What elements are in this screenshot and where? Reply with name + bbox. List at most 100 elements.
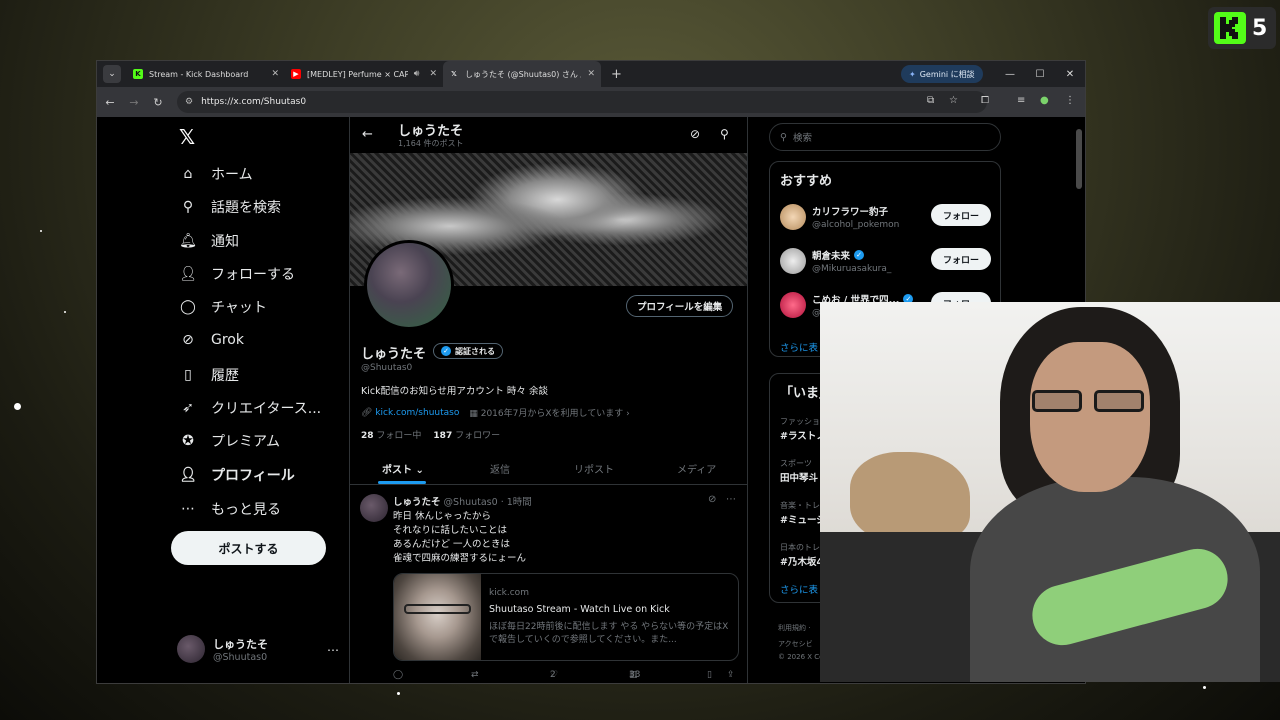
x-logo-icon[interactable]: 𝕏 [179,125,195,149]
nav-notifications[interactable]: 🔔︎ 通知 [179,231,239,251]
grok-icon[interactable]: ⊘ [690,127,700,141]
gemini-button[interactable]: ✦ Gemini に相談 [901,65,983,83]
close-icon[interactable]: ✕ [429,69,437,79]
profile-tabs: ポスト ⌄ 返信 リポスト メディア [350,449,747,485]
tab-search-icon[interactable]: ⌄ [103,65,121,83]
footer-link[interactable]: 利用規約 · [778,623,810,633]
post-count: 1,164 件のポスト [398,139,464,148]
card-domain: kick.com [489,588,529,598]
joined-date[interactable]: ▦ 2016年7月からXを利用しています › [469,406,629,419]
more-icon[interactable]: ⋯ [327,643,339,657]
profile-link-text: kick.com/shuutaso [375,407,460,418]
nav-chat[interactable]: ◯ チャット [179,297,267,317]
nav-more[interactable]: ⋯ もっと見る [179,499,281,519]
search-input[interactable]: ⚲ 検索 [769,123,1001,151]
kick-viewer-badge: 5 [1208,7,1276,49]
avatar[interactable] [360,494,388,522]
profile-link[interactable]: 🔗︎ kick.com/shuutaso [361,408,459,418]
nav-label: ホーム [211,167,253,183]
reload-icon[interactable]: ↻ [151,96,165,109]
bookmark-icon[interactable]: ▯ [707,670,712,680]
url-field[interactable]: ⚙ https://x.com/Shuutas0 [177,91,987,113]
show-more-link[interactable]: さらに表 [780,340,818,354]
grok-icon[interactable]: ⊘ [708,494,716,505]
chevron-right-icon: › [626,409,630,419]
edit-profile-button[interactable]: プロフィールを編集 [626,295,734,317]
avatar [780,292,806,318]
link-card[interactable]: kick.com Shuutaso Stream - Watch Live on… [393,573,739,661]
nav-premium[interactable]: ✪ プレミアム [179,431,280,451]
minimize-icon[interactable]: — [995,61,1025,87]
post-button[interactable]: ポストする [171,531,326,565]
menu-icon[interactable]: ⋮ [1065,95,1075,106]
get-verified-button[interactable]: ✓ 認証される [433,343,503,359]
nav-explore[interactable]: ⚲ 話題を検索 [179,197,281,217]
nav-bookmarks[interactable]: ▯ 履歴 [179,365,239,385]
follow-button[interactable]: フォロー [931,248,991,270]
follow-button[interactable]: フォロー [931,204,991,226]
close-window-icon[interactable]: ✕ [1055,61,1085,87]
back-arrow-icon[interactable]: ← [362,127,373,142]
site-info-icon[interactable]: ⚙ [185,97,193,107]
view-count: 33 [629,670,641,680]
trend-name[interactable]: #ラストノ [780,428,826,442]
extensions-icon[interactable]: ⧠ [981,95,989,106]
followers-link[interactable]: 187 フォロワー [433,428,500,441]
tab-media[interactable]: メディア [677,461,716,476]
followers-label: フォロワー [455,431,501,441]
retweet-icon[interactable]: ⇄ [471,670,479,680]
footer-link[interactable]: アクセシビ [778,639,813,649]
tweet[interactable]: しゅうたそ @Shuutas0 · 1時間 ⊘ ⋯ 昨日 休んじゃったから それ… [350,486,747,683]
trend-category: ファッショ [780,417,820,426]
tab-replies[interactable]: 返信 [490,461,510,476]
recommend-name: カリフラワー豹子 [812,207,889,218]
trend-name[interactable]: 田中琴斗 [780,470,818,484]
tweet-text-line: 昨日 休んじゃったから [393,511,492,522]
trend-name[interactable]: #乃木坂4 [780,554,823,568]
forward-icon[interactable]: → [127,96,141,109]
profile-avatar[interactable] [364,240,454,330]
account-switcher[interactable]: しゅうたそ @Shuutas0 ⋯ [177,635,339,663]
following-count: 28 [361,431,374,441]
trend-name[interactable]: #ミュージ [780,512,826,526]
tab-kick-dashboard[interactable]: K Stream - Kick Dashboard ✕ [127,61,285,87]
close-icon[interactable]: ✕ [271,69,279,79]
following-label: フォロー中 [376,431,422,441]
more-icon[interactable]: ⋯ [726,494,736,505]
tab-posts[interactable]: ポスト ⌄ [382,461,424,476]
maximize-icon[interactable]: ☐ [1025,61,1055,87]
close-icon[interactable]: ✕ [587,69,595,79]
share-icon[interactable]: ⇪ [727,670,735,680]
tweet-header: しゅうたそ @Shuutas0 · 1時間 [393,494,532,508]
nav-home[interactable]: ⌂ ホーム [179,164,253,184]
media-control-icon[interactable]: ≡ [1017,95,1025,106]
star [40,230,42,232]
tab-title: Stream - Kick Dashboard [149,69,249,79]
tweet-author[interactable]: しゅうたそ [393,497,441,508]
tab-medley[interactable]: ▶ [MEDLEY] Perfume × CAPS 🔊︎ ✕ [285,61,443,87]
back-icon[interactable]: ← [103,96,117,109]
show-more-link[interactable]: さらに表 [780,582,818,596]
nav-creator-studio[interactable]: ➶ クリエイタース... [179,398,321,418]
trend-category: 日本のトレ [780,543,820,552]
speaker-icon[interactable]: 🔊︎ [414,69,420,79]
nav-label: フォローする [211,267,295,283]
nav-follow[interactable]: 👤︎ フォローする [179,264,295,284]
recommend-item[interactable]: 朝倉未来 ✓ @Mikuruasakura_ フォロー [780,246,992,282]
nav-profile[interactable]: 👤︎ プロフィール [179,465,295,485]
search-icon[interactable]: ⚲ [720,127,729,141]
profile-avatar-icon[interactable]: ● [1040,95,1049,106]
new-tab-icon[interactable]: + [611,67,622,82]
bookmark-star-icon[interactable]: ☆ [949,95,958,106]
install-icon[interactable]: ⧉ [927,95,934,106]
profile-bio: Kick配信のお知らせ用アカウント 時々 余談 [361,386,548,397]
recommend-item[interactable]: カリフラワー豹子 @alcohol_pokemon フォロー [780,202,992,238]
tab-reposts[interactable]: リポスト [574,461,614,476]
kick-logo-icon [1214,12,1246,44]
tab-x-profile[interactable]: 𝕏 しゅうたそ (@Shuutas0) さん / X ✕ [443,61,601,87]
nav-grok[interactable]: ⊘ Grok [179,331,244,349]
scroll-thumb[interactable] [1076,129,1082,189]
grok-icon: ⊘ [182,332,194,348]
following-link[interactable]: 28 フォロー中 [361,428,421,441]
reply-icon[interactable]: ◯ [393,670,403,680]
